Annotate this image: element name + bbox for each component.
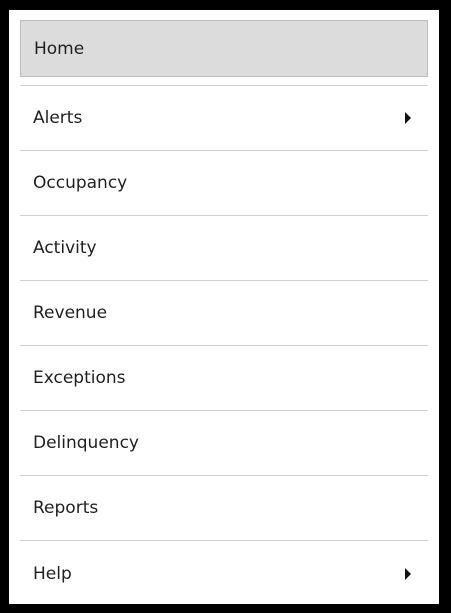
menu-item-label: Help bbox=[33, 563, 72, 584]
menu-item-label: Home bbox=[34, 38, 85, 59]
menu-item-alerts[interactable]: Alerts bbox=[20, 86, 428, 151]
menu-item-label: Reports bbox=[33, 498, 99, 518]
menu-item-delinquency[interactable]: Delinquency bbox=[20, 411, 428, 476]
menu-item-activity[interactable]: Activity bbox=[20, 216, 428, 281]
menu-item-label: Alerts bbox=[33, 108, 83, 128]
menu-item-help[interactable]: Help bbox=[20, 541, 428, 606]
menu-item-home[interactable]: Home bbox=[20, 20, 428, 77]
navigation-menu: Home Alerts Occupancy Activity Revenue E… bbox=[9, 10, 439, 604]
menu-item-revenue[interactable]: Revenue bbox=[20, 281, 428, 346]
caret-right-icon bbox=[405, 567, 411, 580]
menu-list: Home Alerts Occupancy Activity Revenue E… bbox=[20, 20, 428, 606]
menu-item-label: Delinquency bbox=[33, 433, 139, 453]
menu-item-exceptions[interactable]: Exceptions bbox=[20, 346, 428, 411]
caret-right-icon bbox=[405, 112, 411, 124]
menu-item-label: Revenue bbox=[33, 303, 108, 323]
menu-item-label: Exceptions bbox=[33, 368, 126, 388]
menu-item-occupancy[interactable]: Occupancy bbox=[20, 151, 428, 216]
menu-item-reports[interactable]: Reports bbox=[20, 476, 428, 541]
menu-divider bbox=[20, 77, 428, 86]
menu-item-label: Activity bbox=[33, 238, 97, 258]
menu-item-label: Occupancy bbox=[33, 173, 128, 193]
